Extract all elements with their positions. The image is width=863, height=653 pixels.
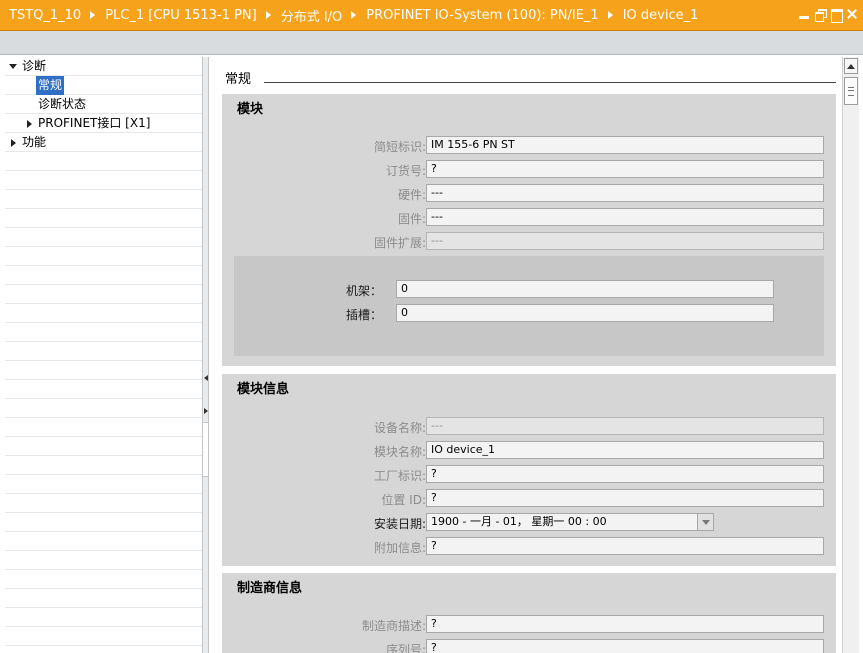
short-designation-row: 简短标识: IM 155-6 PN ST	[222, 136, 836, 154]
module-info-section: 模块信息 设备名称: --- 模块名称: IO device_1 工厂标识: ?…	[222, 374, 836, 566]
module-section: 模块 简短标识: IM 155-6 PN ST 订货号: ? 硬件: --- 固…	[222, 94, 836, 366]
page-title: 常规	[225, 72, 252, 87]
breadcrumb-separator-icon	[351, 11, 357, 19]
splitter-grip[interactable]	[203, 422, 208, 477]
close-icon[interactable]	[847, 9, 857, 19]
firmware-extension-row: 固件扩展: ---	[222, 232, 836, 250]
breadcrumb-distributed-io[interactable]: 分布式 I/O	[281, 6, 343, 25]
serial-number-field[interactable]: ?	[426, 639, 824, 653]
window-controls	[799, 9, 857, 23]
vertical-scrollbar[interactable]	[842, 57, 859, 653]
expand-right-icon[interactable]	[204, 408, 208, 414]
dropdown-arrow-icon[interactable]	[697, 514, 713, 530]
right-edge	[859, 57, 863, 653]
manufacturer-desc-row: 制造商描述: ?	[222, 615, 836, 633]
section-title: 制造商信息	[237, 581, 303, 596]
pane-splitter[interactable]	[202, 57, 209, 653]
serial-number-row: 序列号: ?	[222, 639, 836, 653]
collapse-left-icon[interactable]	[204, 375, 208, 381]
section-title: 模块信息	[237, 382, 290, 397]
maximize-icon[interactable]	[831, 9, 843, 23]
field-label: 设备名称:	[373, 421, 426, 435]
restore-icon[interactable]	[815, 9, 827, 22]
section-title: 模块	[237, 102, 264, 117]
breadcrumb-separator-icon	[607, 11, 613, 19]
field-label: 硬件:	[397, 188, 426, 202]
field-label: 附加信息:	[373, 541, 426, 555]
field-label: 序列号:	[385, 643, 426, 653]
collapse-arrow-icon[interactable]	[11, 139, 16, 147]
manufacturer-desc-field[interactable]: ?	[426, 615, 824, 633]
field-label: 制造商描述:	[361, 619, 426, 633]
plant-id-row: 工厂标识: ?	[222, 465, 836, 483]
module-name-row: 模块名称: IO device_1	[222, 441, 836, 459]
tree-item-label: 诊断状态	[38, 97, 87, 111]
order-number-row: 订货号: ?	[222, 160, 836, 178]
collapse-arrow-icon[interactable]	[27, 120, 32, 128]
install-date-row: 安装日期: 1900 - 一月 - 01， 星期一 00 : 00	[222, 513, 836, 531]
minimize-icon[interactable]	[799, 9, 809, 19]
install-date-value: 1900 - 一月 - 01， 星期一 00 : 00	[431, 515, 607, 528]
firmware-row: 固件: ---	[222, 208, 836, 226]
order-number-field[interactable]: ?	[426, 160, 824, 178]
field-label: 安装日期:	[373, 517, 426, 531]
expand-arrow-icon[interactable]	[9, 64, 17, 69]
install-date-picker[interactable]: 1900 - 一月 - 01， 星期一 00 : 00	[426, 513, 714, 531]
tree-item-label: 功能	[22, 135, 47, 149]
breadcrumb-separator-icon	[265, 11, 271, 19]
scroll-up-icon[interactable]	[844, 58, 858, 74]
device-name-field[interactable]: ---	[426, 417, 824, 435]
location-id-field[interactable]: ?	[426, 489, 824, 507]
breadcrumb-plc[interactable]: PLC_1 [CPU 1513-1 PN]	[105, 8, 257, 23]
breadcrumb-separator-icon	[90, 11, 96, 19]
rack-row: 机架： 0	[234, 280, 824, 298]
device-name-row: 设备名称: ---	[222, 417, 836, 435]
tree-item-label: 诊断	[22, 59, 47, 73]
plant-id-field[interactable]: ?	[426, 465, 824, 483]
field-label: 简短标识:	[373, 140, 426, 154]
hardware-row: 硬件: ---	[222, 184, 836, 202]
rack-field[interactable]: 0	[396, 280, 774, 298]
hardware-field[interactable]: ---	[426, 184, 824, 202]
manufacturer-info-section: 制造商信息 制造商描述: ? 序列号: ?	[222, 573, 836, 653]
firmware-extension-field[interactable]: ---	[426, 232, 824, 250]
toolbar	[0, 31, 863, 55]
title-bar: TSTQ_1_10 PLC_1 [CPU 1513-1 PN] 分布式 I/O …	[0, 0, 863, 31]
field-label: 固件扩展:	[373, 236, 426, 250]
additional-info-row: 附加信息: ?	[222, 537, 836, 555]
field-label: 固件:	[397, 212, 426, 226]
tree-item-label: PROFINET接口 [X1]	[38, 116, 151, 130]
field-label: 模块名称:	[373, 445, 426, 459]
location-id-row: 位置 ID: ?	[222, 489, 836, 507]
slot-row: 插槽： 0	[234, 304, 824, 322]
scroll-thumb[interactable]	[844, 77, 858, 105]
breadcrumb-io-device[interactable]: IO device_1	[623, 8, 699, 23]
field-label: 插槽：	[345, 308, 382, 322]
field-label: 位置 ID:	[381, 493, 426, 507]
slot-field[interactable]: 0	[396, 304, 774, 322]
field-label: 订货号:	[385, 164, 426, 178]
divider	[264, 82, 836, 83]
navigation-tree: 诊断 常规 诊断状态 PROFINET接口 [X1] 功能	[5, 57, 202, 653]
breadcrumb: TSTQ_1_10 PLC_1 [CPU 1513-1 PN] 分布式 I/O …	[0, 6, 698, 25]
firmware-field[interactable]: ---	[426, 208, 824, 226]
rack-slot-panel: 机架： 0 插槽： 0	[234, 256, 824, 356]
properties-panel: 常规 模块 简短标识: IM 155-6 PN ST 订货号: ? 硬件: --…	[210, 57, 842, 653]
additional-info-field[interactable]: ?	[426, 537, 824, 555]
module-name-field[interactable]: IO device_1	[426, 441, 824, 459]
breadcrumb-project[interactable]: TSTQ_1_10	[9, 8, 81, 23]
breadcrumb-io-system[interactable]: PROFINET IO-System (100): PN/IE_1	[366, 8, 598, 23]
field-label: 机架：	[345, 284, 382, 298]
tree-item-label: 常规	[36, 76, 65, 95]
field-label: 工厂标识:	[373, 469, 426, 483]
short-designation-field[interactable]: IM 155-6 PN ST	[426, 136, 824, 154]
